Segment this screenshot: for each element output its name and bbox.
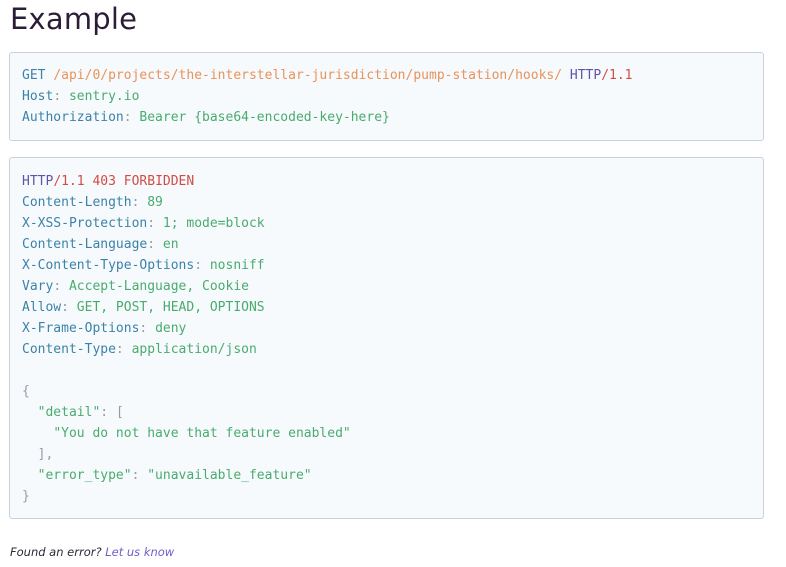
request-line: GET /api/0/projects/the-interstellar-jur… bbox=[22, 65, 751, 86]
request-method: GET bbox=[22, 68, 46, 83]
header-value: Accept-Language, Cookie bbox=[68, 279, 249, 294]
response-header-line: Content-Type: application/json bbox=[22, 342, 257, 357]
request-code-block: GET /api/0/projects/the-interstellar-jur… bbox=[9, 52, 764, 141]
footer-text: Found an error? bbox=[10, 545, 102, 559]
request-version: /1.1 bbox=[601, 68, 633, 83]
header-key: X-Frame-Options bbox=[22, 321, 140, 336]
request-protocol: HTTP bbox=[569, 68, 602, 83]
header-key: Content-Length bbox=[22, 195, 132, 210]
status-line: HTTP/1.1 403 FORBIDDEN bbox=[22, 171, 751, 192]
header-key: Vary bbox=[22, 279, 54, 294]
json-error-type-key: "error_type" bbox=[37, 468, 132, 483]
header-key: X-Content-Type-Options bbox=[22, 258, 195, 273]
response-header-line: Content-Language: en bbox=[22, 237, 179, 252]
header-value: nosniff bbox=[209, 258, 265, 273]
header-key: X-XSS-Protection bbox=[22, 216, 148, 231]
header-key: Content-Language bbox=[22, 237, 148, 252]
response-status: 403 FORBIDDEN bbox=[92, 174, 195, 189]
header-value: deny bbox=[155, 321, 187, 336]
response-header-line: Content-Length: 89 bbox=[22, 195, 163, 210]
json-open-brace: { bbox=[22, 384, 30, 399]
header-value: Bearer {base64-encoded-key-here} bbox=[139, 110, 390, 125]
json-line: { bbox=[22, 381, 751, 402]
header-key: Content-Type bbox=[22, 342, 116, 357]
response-header-line: Vary: Accept-Language, Cookie bbox=[22, 279, 249, 294]
response-protocol: HTTP bbox=[22, 174, 54, 189]
json-line: "You do not have that feature enabled" bbox=[22, 423, 751, 444]
json-line: "error_type": "unavailable_feature" bbox=[37, 468, 312, 483]
response-header-line: X-Content-Type-Options: nosniff bbox=[22, 258, 265, 273]
header-key: Host bbox=[22, 89, 54, 104]
json-close-brace: } bbox=[22, 489, 30, 504]
json-detail-close: ], bbox=[37, 447, 54, 462]
header-value: en bbox=[162, 237, 179, 252]
header-value: 89 bbox=[147, 195, 163, 210]
json-detail-item: "You do not have that feature enabled" bbox=[53, 426, 351, 441]
request-header-line: Authorization: Bearer {base64-encoded-ke… bbox=[22, 110, 390, 125]
header-value: application/json bbox=[131, 342, 257, 357]
json-line: ], bbox=[22, 444, 751, 465]
header-value: GET, POST, HEAD, OPTIONS bbox=[76, 300, 265, 315]
feedback-footer: Found an error? Let us know bbox=[10, 545, 174, 559]
header-key: Allow bbox=[22, 300, 62, 315]
response-header-line: X-Frame-Options: deny bbox=[22, 321, 187, 336]
page-title: Example bbox=[10, 2, 138, 36]
header-value: 1; mode=block bbox=[162, 216, 265, 231]
json-error-type-value: "unavailable_feature" bbox=[147, 468, 312, 483]
response-header-line: X-XSS-Protection: 1; mode=block bbox=[22, 216, 265, 231]
header-value: sentry.io bbox=[68, 89, 140, 104]
request-header-line: Host: sentry.io bbox=[22, 89, 140, 104]
let-us-know-link[interactable]: Let us know bbox=[105, 545, 174, 559]
response-header-line: Allow: GET, POST, HEAD, OPTIONS bbox=[22, 300, 265, 315]
json-line: "detail": [ bbox=[37, 405, 124, 420]
json-detail-key: "detail" bbox=[37, 405, 101, 420]
response-code-block: HTTP/1.1 403 FORBIDDEN Content-Length: 8… bbox=[9, 157, 764, 519]
response-version: /1.1 bbox=[53, 174, 85, 189]
json-line: } bbox=[22, 486, 751, 507]
header-key: Authorization bbox=[22, 110, 124, 125]
json-detail-open: [ bbox=[115, 405, 124, 420]
request-path: /api/0/projects/the-interstellar-jurisdi… bbox=[53, 68, 563, 83]
